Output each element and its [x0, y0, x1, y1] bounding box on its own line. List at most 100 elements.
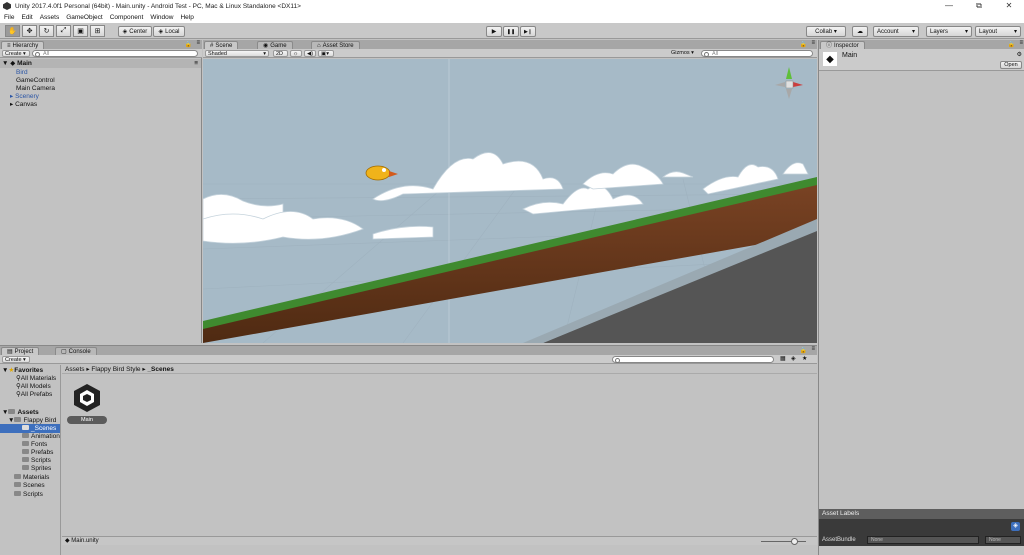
image-icon: ▣▾	[321, 51, 329, 57]
lock-icon[interactable]: 🔒	[1008, 41, 1015, 48]
cloud-button[interactable]: ☁	[852, 26, 868, 37]
folder-scripts[interactable]: Scripts	[14, 490, 43, 499]
menu-edit[interactable]: Edit	[21, 14, 32, 21]
lock-icon[interactable]: 🔒	[800, 347, 807, 354]
account-dropdown[interactable]: Account ▾	[873, 26, 919, 37]
folder-label: _Scenes	[31, 425, 57, 432]
item-label: Canvas	[15, 101, 38, 108]
tab-inspector[interactable]: ⓘ Inspector	[820, 41, 865, 49]
breadcrumb-item[interactable]: Flappy Bird Style	[91, 366, 140, 373]
panel-menu-icon[interactable]: ≡	[196, 40, 200, 46]
settings-gear-icon[interactable]: ⚙	[1017, 51, 1022, 58]
slider-thumb[interactable]	[791, 538, 798, 545]
play-icon: ▶	[491, 29, 497, 35]
lighting-toggle[interactable]: ☼	[290, 50, 302, 57]
collab-label: Collab ▾	[815, 29, 837, 35]
rect-tool-button[interactable]: ▣	[73, 25, 88, 37]
gizmos-dropdown[interactable]: Gizmos ▾	[669, 50, 699, 57]
folder-scenes[interactable]: Scenes	[14, 481, 45, 490]
asset-bundle-dropdown[interactable]: None	[867, 536, 979, 544]
rotate-tool-button[interactable]: ↻	[39, 25, 54, 37]
minimize-button[interactable]: —	[934, 0, 964, 12]
tab-scene[interactable]: # Scene	[204, 41, 239, 49]
icon-size-slider[interactable]	[761, 538, 806, 545]
hierarchy-search-input[interactable]: All	[32, 50, 198, 57]
rect-icon: ▣	[77, 28, 84, 35]
scene-toolbar: Shaded ▾ 2D ☼ ◀) ▣▾ Gizmos ▾ All	[203, 49, 817, 58]
2d-toggle[interactable]: 2D	[273, 50, 288, 57]
step-button[interactable]: ▶❙	[520, 26, 536, 37]
asset-bundle-row: AssetBundle None None	[819, 534, 1024, 546]
hierarchy-item-canvas[interactable]: ▸ Canvas	[0, 100, 37, 109]
collab-button[interactable]: Collab ▾	[806, 26, 846, 37]
tab-project[interactable]: ▤ Project	[1, 347, 40, 355]
play-button[interactable]: ▶	[486, 26, 502, 37]
project-create-dropdown[interactable]: Create ▾	[2, 356, 30, 363]
folder-icon	[14, 482, 21, 487]
move-tool-button[interactable]: ✥	[22, 25, 37, 37]
panel-menu-icon[interactable]: ≡	[811, 346, 815, 352]
tab-asset-store[interactable]: ⌂ Asset Store	[311, 41, 360, 49]
pivot-label: Center	[129, 28, 148, 35]
folder-icon	[22, 433, 29, 438]
scene-search-input[interactable]: All	[701, 50, 813, 57]
hand-tool-button[interactable]: ✋	[5, 25, 20, 37]
expand-arrow-icon: ▸	[10, 101, 14, 108]
asset-item-main[interactable]: Main	[67, 383, 107, 425]
scene-name: Main	[17, 60, 32, 67]
favorite-all-prefabs[interactable]: ⚲All Prefabs	[16, 390, 52, 399]
open-label: Open	[1004, 62, 1018, 68]
breadcrumb-item[interactable]: _Scenes	[147, 366, 173, 373]
menu-bar: File Edit Assets GameObject Component Wi…	[0, 12, 1024, 23]
scale-tool-button[interactable]: ⤢	[56, 25, 71, 37]
window-controls: — ⧉ ✕	[934, 0, 1024, 12]
menu-component[interactable]: Component	[110, 14, 144, 21]
folder-icon	[14, 491, 21, 496]
menu-assets[interactable]: Assets	[40, 14, 60, 21]
close-button[interactable]: ✕	[994, 0, 1024, 12]
shading-label: Shaded	[208, 51, 227, 57]
folder-icon	[22, 441, 29, 446]
star-icon[interactable]: ★	[802, 355, 807, 362]
folder-sprites[interactable]: Sprites	[22, 464, 51, 473]
open-button[interactable]: Open	[1000, 61, 1022, 69]
tab-game[interactable]: ◉ Game	[257, 41, 293, 49]
shading-mode-dropdown[interactable]: Shaded ▾	[205, 50, 269, 57]
hierarchy-create-dropdown[interactable]: Create ▾	[2, 50, 30, 57]
scene-root-row[interactable]: ▼ ◆ Main ≡	[0, 59, 201, 68]
pivot-mode-button[interactable]: ◈ Center	[118, 26, 152, 37]
folder-label: Sprites	[31, 465, 52, 472]
folder-label: Scenes	[23, 482, 45, 489]
project-search-input[interactable]	[612, 356, 774, 363]
maximize-button[interactable]: ⧉	[964, 0, 994, 12]
pause-button[interactable]: ❚❚	[503, 26, 519, 37]
expand-arrow-icon: ▼	[2, 60, 9, 67]
item-label: Main Camera	[16, 85, 56, 92]
step-icon: ▶❙	[523, 28, 533, 35]
lock-icon[interactable]: 🔒	[185, 41, 192, 48]
panel-menu-icon[interactable]: ≡	[1019, 40, 1023, 46]
breadcrumb-item[interactable]: Assets	[65, 366, 85, 373]
effects-dropdown[interactable]: ▣▾	[318, 50, 334, 57]
transform-tool-button[interactable]: ⊞	[90, 25, 105, 37]
menu-gameobject[interactable]: GameObject	[66, 14, 103, 21]
menu-window[interactable]: Window	[150, 14, 173, 21]
menu-help[interactable]: Help	[180, 14, 193, 21]
panel-menu-icon[interactable]: ≡	[811, 40, 815, 46]
tab-hierarchy[interactable]: ≡ Hierarchy	[1, 41, 45, 49]
filter-label-icon[interactable]: ◈	[791, 355, 796, 362]
layout-dropdown[interactable]: Layout ▾	[975, 26, 1021, 37]
layers-dropdown[interactable]: Layers ▾	[926, 26, 972, 37]
pivot-rotation-button[interactable]: ◈ Local	[153, 26, 185, 37]
tag-icon[interactable]: ◈	[1011, 522, 1020, 531]
pause-icon: ❚❚	[506, 28, 516, 35]
scene-menu-icon[interactable]: ≡	[194, 59, 198, 68]
menu-file[interactable]: File	[4, 14, 14, 21]
audio-toggle[interactable]: ◀)	[304, 50, 316, 57]
asset-variant-dropdown[interactable]: None	[985, 536, 1021, 544]
tab-console[interactable]: ▢ Console	[55, 347, 97, 355]
lock-icon[interactable]: 🔒	[800, 41, 807, 48]
filter-type-icon[interactable]: ▦	[780, 355, 786, 362]
scene-viewport[interactable]	[203, 59, 817, 343]
inspector-header: ◆ Main ⚙ Open	[819, 49, 1024, 71]
